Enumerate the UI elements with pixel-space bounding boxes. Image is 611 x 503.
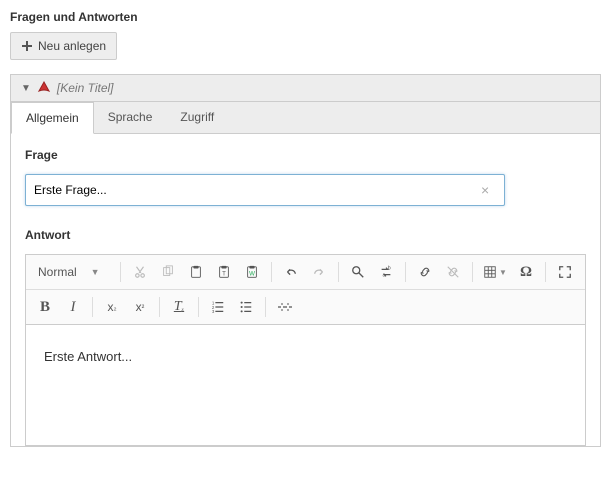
svg-text:3: 3 bbox=[212, 309, 215, 314]
section-title: Fragen und Antworten bbox=[10, 10, 601, 24]
editor-toolbar-row2: B I x₂ x² Tₓ 123 bbox=[26, 290, 585, 325]
unlink-icon[interactable] bbox=[440, 259, 466, 285]
svg-text:a: a bbox=[383, 272, 386, 278]
ordered-list-icon[interactable]: 123 bbox=[205, 294, 231, 320]
copy-icon[interactable] bbox=[155, 259, 181, 285]
special-char-icon[interactable]: Ω bbox=[513, 259, 539, 285]
chevron-down-icon: ▼ bbox=[91, 267, 100, 277]
replace-icon[interactable]: ab bbox=[373, 259, 399, 285]
question-label: Frage bbox=[25, 148, 586, 162]
cut-icon[interactable] bbox=[127, 259, 153, 285]
editor-toolbar-row1: Normal ▼ T W ab ▼ Ω bbox=[26, 255, 585, 290]
question-input[interactable] bbox=[25, 174, 505, 206]
paste-word-icon[interactable]: W bbox=[239, 259, 265, 285]
bold-icon[interactable]: B bbox=[32, 294, 58, 320]
format-select[interactable]: Normal ▼ bbox=[32, 261, 114, 283]
redo-icon[interactable] bbox=[306, 259, 332, 285]
italic-icon[interactable]: I bbox=[60, 294, 86, 320]
svg-text:b: b bbox=[388, 265, 391, 271]
format-select-label: Normal bbox=[38, 265, 77, 279]
tab-bar: Allgemein Sprache Zugriff bbox=[11, 102, 600, 134]
plus-icon bbox=[21, 40, 33, 52]
superscript-icon[interactable]: x² bbox=[127, 294, 153, 320]
find-icon[interactable] bbox=[345, 259, 371, 285]
item-panel: ▼ [Kein Titel] Allgemein Sprache Zugriff… bbox=[10, 74, 601, 447]
tab-language[interactable]: Sprache bbox=[94, 102, 167, 134]
editor-content-area[interactable]: Erste Antwort... bbox=[26, 325, 585, 445]
tab-access[interactable]: Zugriff bbox=[166, 102, 228, 134]
clear-input-icon[interactable]: × bbox=[481, 182, 489, 198]
subscript-icon[interactable]: x₂ bbox=[99, 294, 125, 320]
create-button-label: Neu anlegen bbox=[38, 39, 106, 53]
page-break-icon[interactable] bbox=[272, 294, 298, 320]
maximize-icon[interactable] bbox=[552, 259, 578, 285]
answer-label: Antwort bbox=[25, 228, 586, 242]
table-icon[interactable]: ▼ bbox=[479, 259, 511, 285]
remove-format-icon[interactable]: Tₓ bbox=[166, 294, 192, 320]
content-type-icon bbox=[37, 81, 51, 95]
svg-text:T: T bbox=[222, 271, 226, 278]
paste-icon[interactable] bbox=[183, 259, 209, 285]
paste-text-icon[interactable]: T bbox=[211, 259, 237, 285]
unordered-list-icon[interactable] bbox=[233, 294, 259, 320]
panel-title: [Kein Titel] bbox=[57, 81, 114, 95]
tab-general[interactable]: Allgemein bbox=[11, 102, 94, 134]
undo-icon[interactable] bbox=[278, 259, 304, 285]
rich-text-editor: Normal ▼ T W ab ▼ Ω bbox=[25, 254, 586, 446]
svg-text:W: W bbox=[249, 271, 255, 278]
collapse-caret-icon[interactable]: ▼ bbox=[21, 83, 31, 94]
create-button[interactable]: Neu anlegen bbox=[10, 32, 117, 60]
link-icon[interactable] bbox=[412, 259, 438, 285]
